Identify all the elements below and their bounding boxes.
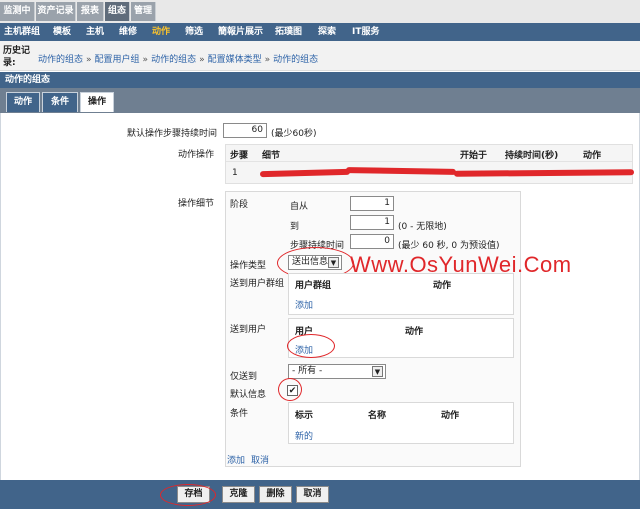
breadcrumb-item[interactable]: 动作的组态 [151,55,196,65]
stage-from-label: 自从 [290,202,309,212]
clone-button[interactable]: 克隆 [222,486,255,503]
top-tab-inventory[interactable]: 资产记录 [36,2,76,21]
form-actions: 存档 克隆 删除 取消 [0,480,640,509]
annotation-circle [287,334,335,358]
send-only-to-select[interactable]: - 所有 - ▼ [288,364,386,379]
default-message-label: 默认信息 [230,390,267,400]
add-operation-link[interactable]: 添加 [227,453,245,466]
redaction-mark [259,168,351,178]
col-start: 开始于 [460,151,488,161]
annotation-circle [160,484,216,506]
col-action: 动作 [583,151,602,161]
operations-table: 步骤 细节 开始于 持续时间(秒) 动作 1 [225,144,635,184]
subnav-host-groups[interactable]: 主机群组 [4,23,40,41]
section-title: 动作的组态 [0,72,640,88]
top-tab-configuration[interactable]: 组态 [105,2,130,21]
breadcrumb-separator: » [199,55,205,65]
tab-conditions[interactable]: 条件 [42,92,78,112]
col-step: 步骤 [230,151,249,161]
cancel-operation-link[interactable]: 取消 [251,453,269,466]
form-content: 默认操作步骤持续时间 60 (最少60秒) 动作操作 步骤 细节 开始于 持续时… [0,113,640,480]
col-name: 名称 [368,411,387,421]
breadcrumb-item[interactable]: 配置媒体类型 [208,55,262,65]
delete-button[interactable]: 删除 [259,486,292,503]
breadcrumb-item[interactable]: 配置用户组 [95,55,140,65]
col-label: 标示 [295,411,314,421]
history-label: 历史记录: [3,46,31,68]
step-duration-hint: (最少 60 秒, 0 为预设值) [398,241,500,251]
top-navigation: 监测中 资产记录 报表 组态 管理 [0,0,640,23]
subnav-screens[interactable]: 筛选 [185,23,203,41]
stage-to-input[interactable]: 1 [350,215,394,230]
operation-step: 1 [232,168,238,178]
form-tabs: 动作 条件 操作 [0,88,640,113]
stage-to-label: 到 [290,222,300,232]
add-user-group-link[interactable]: 添加 [295,298,313,311]
redaction-mark [345,167,457,175]
subnav-maintenance[interactable]: 维修 [119,23,137,41]
tab-action[interactable]: 动作 [6,92,40,112]
col-user-group: 用户群组 [295,281,332,291]
col-action: 动作 [405,327,424,337]
subnav-hosts[interactable]: 主机 [86,23,104,41]
subnav-discovery[interactable]: 探索 [318,23,336,41]
subnav-it-services[interactable]: IT服务 [352,23,380,41]
breadcrumb-separator: » [86,55,92,65]
stage-to-hint: (0 - 无限地) [398,222,447,232]
conditions-label: 条件 [230,409,249,419]
history-bar: 历史记录: 动作的组态» 配置用户组» 动作的组态» 配置媒体类型» 动作的组态 [0,41,640,71]
breadcrumb: 动作的组态» 配置用户组» 动作的组态» 配置媒体类型» 动作的组态 [38,52,318,65]
col-action: 动作 [433,281,452,291]
redaction-mark [453,169,635,177]
default-step-duration-hint: (最少60秒) [271,129,317,139]
new-condition-link[interactable]: 新的 [295,429,313,442]
default-step-duration-input[interactable]: 60 [223,123,267,138]
top-tab-monitoring[interactable]: 监测中 [0,2,35,21]
send-to-groups-table: 用户群组 动作 添加 [288,273,514,315]
send-only-to-label: 仅送到 [230,372,258,382]
breadcrumb-item[interactable]: 动作的组态 [273,55,318,65]
step-duration-input[interactable]: 0 [350,234,394,249]
tab-operations[interactable]: 操作 [80,92,114,112]
top-tab-reports[interactable]: 报表 [77,2,104,21]
breadcrumb-separator: » [142,55,149,65]
chevron-down-icon: ▼ [372,366,383,377]
send-to-users-label: 送到用户 [230,325,267,335]
subnav-templates[interactable]: 模板 [53,23,71,41]
subnav-maps[interactable]: 拓璞图 [275,23,302,41]
col-detail: 细节 [262,151,281,161]
send-only-to-value: - 所有 - [292,366,323,376]
operations-label: 动作操作 [177,150,214,160]
operation-type-label: 操作类型 [230,261,267,271]
operation-details-label: 操作细节 [177,199,214,209]
cancel-button[interactable]: 取消 [296,486,329,503]
conditions-table: 标示 名称 动作 新的 [288,402,514,444]
top-tab-administration[interactable]: 管理 [131,2,156,21]
col-action: 动作 [441,411,460,421]
default-step-duration-label: 默认操作步骤持续时间 [126,129,217,139]
breadcrumb-item[interactable]: 动作的组态 [38,55,83,65]
stage-label: 阶段 [230,200,249,210]
annotation-circle [278,378,302,401]
col-duration: 持续时间(秒) [505,151,559,161]
subnav-actions[interactable]: 动作 [152,23,170,41]
subnav-slides[interactable]: 簡報片展示 [218,23,263,41]
send-to-groups-label: 送到用户群组 [230,279,285,289]
sub-navigation: 主机群组 模板 主机 维修 动作 筛选 簡報片展示 拓璞图 探索 IT服务 [0,23,640,41]
breadcrumb-separator: » [264,55,271,65]
stage-from-input[interactable]: 1 [350,196,394,211]
